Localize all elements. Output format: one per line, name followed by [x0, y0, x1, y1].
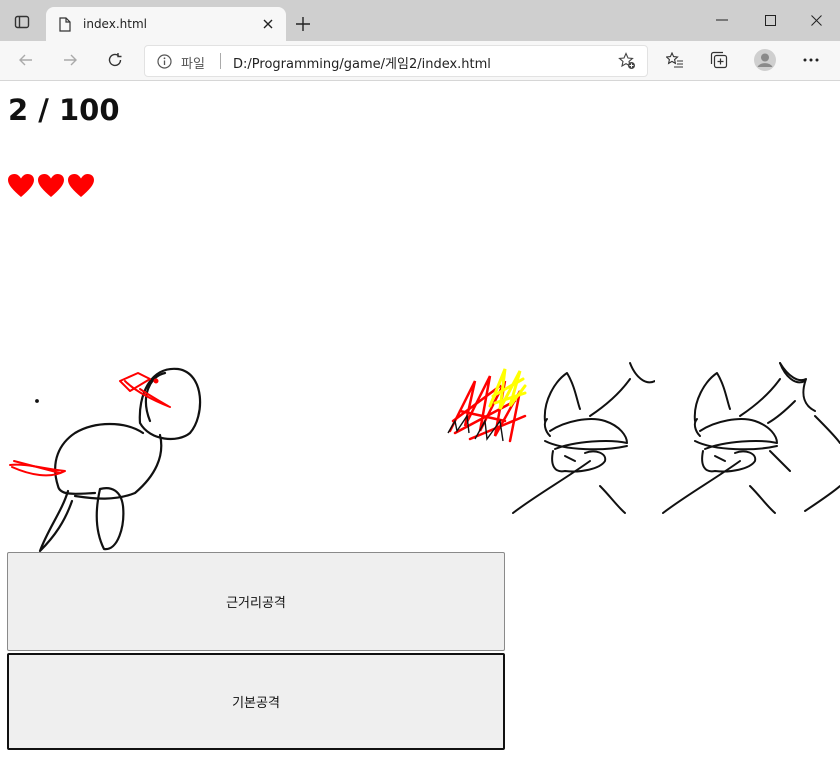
favorites-icon[interactable]	[664, 50, 686, 70]
hearts-container	[7, 173, 95, 199]
address-divider	[220, 53, 221, 69]
new-tab-icon[interactable]	[293, 14, 313, 34]
tab-title: index.html	[83, 17, 147, 31]
address-scheme: 파일	[181, 57, 205, 72]
back-icon[interactable]	[16, 50, 36, 70]
heart-icon	[68, 174, 94, 197]
enemy-sprite	[767, 362, 840, 512]
more-options-icon[interactable]	[800, 50, 822, 70]
close-tab-icon[interactable]	[260, 16, 276, 32]
enemy-sprite	[512, 362, 655, 514]
file-icon	[58, 16, 72, 32]
address-url[interactable]: D:/Programming/game/게임2/index.html	[233, 53, 491, 72]
forward-icon[interactable]	[60, 50, 80, 70]
heart-icon	[8, 174, 34, 197]
basic-attack-button[interactable]: 기본공격	[7, 653, 505, 750]
maximize-icon[interactable]	[758, 10, 782, 30]
browser-toolbar: 파일 D:/Programming/game/게임2/index.html	[0, 41, 840, 81]
tab-bar: index.html	[0, 0, 840, 41]
score-counter: 2 / 100	[8, 93, 120, 127]
tab-actions-icon[interactable]	[12, 12, 32, 32]
close-window-icon[interactable]	[804, 10, 828, 30]
minimize-icon[interactable]	[710, 10, 734, 30]
address-bar[interactable]: 파일 D:/Programming/game/게임2/index.html	[144, 45, 648, 77]
collections-icon[interactable]	[708, 50, 730, 70]
browser-tab[interactable]: index.html	[46, 7, 286, 41]
info-icon[interactable]	[156, 53, 172, 69]
melee-attack-button[interactable]: 근거리공격	[7, 552, 505, 651]
add-favorite-icon[interactable]	[617, 52, 637, 70]
heart-icon	[38, 174, 64, 197]
page-content: 2 / 100 근거리공격 기본공격	[0, 81, 840, 757]
player-sprite	[9, 367, 202, 553]
profile-avatar-icon[interactable]	[753, 48, 777, 72]
refresh-icon[interactable]	[105, 50, 125, 70]
